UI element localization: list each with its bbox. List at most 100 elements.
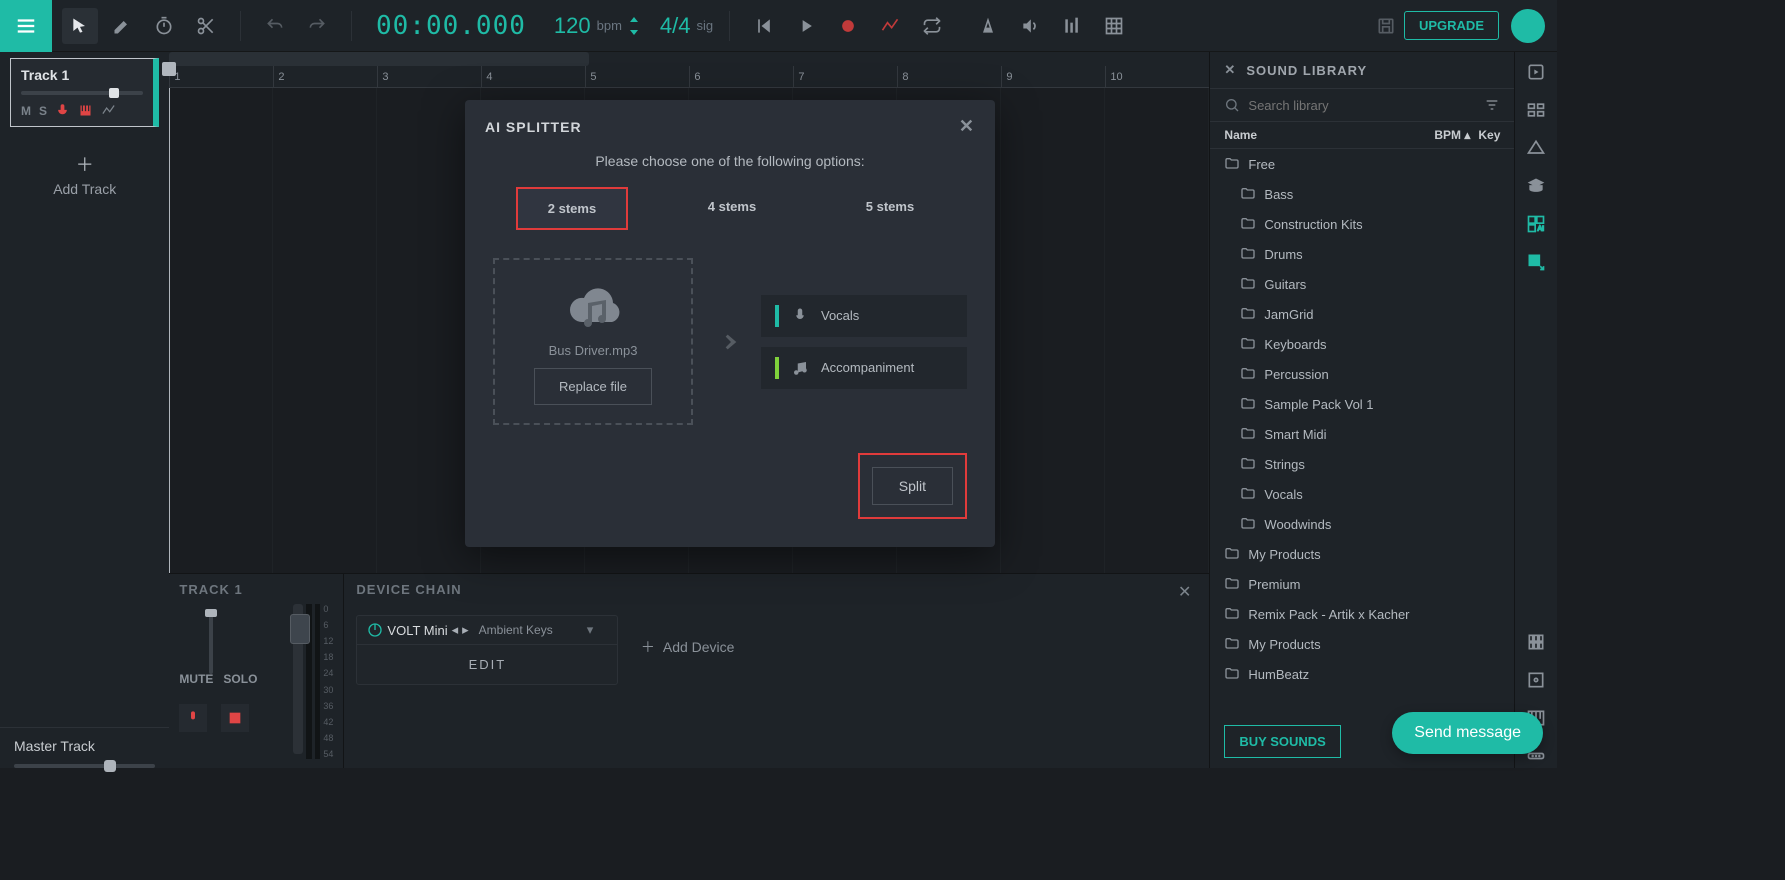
chevron-down-icon[interactable]: ▾ [587, 622, 594, 638]
automation-toggle-icon[interactable] [101, 103, 116, 118]
folder-icon [1240, 186, 1256, 202]
master-track-title: Master Track [14, 738, 155, 754]
fullscreen-icon[interactable] [1524, 668, 1548, 692]
library-item[interactable]: Remix Pack - Artik x Kacher [1210, 599, 1514, 629]
add-track-button[interactable]: ＋ Add Track [0, 133, 169, 215]
track-card[interactable]: Track 1 M S [10, 58, 159, 127]
clips-icon[interactable] [1524, 98, 1548, 122]
metronome-button[interactable] [970, 8, 1006, 44]
tab-4-stems[interactable]: 4 stems [678, 187, 786, 230]
channel-mute[interactable]: MUTE [179, 672, 213, 686]
library-search-input[interactable] [1248, 98, 1476, 113]
file-dropzone[interactable]: Bus Driver.mp3 Replace file [493, 258, 693, 425]
track-pan-slider[interactable] [21, 91, 143, 95]
save-button[interactable] [1368, 8, 1404, 44]
library-item[interactable]: Free [1210, 149, 1514, 179]
library-item[interactable]: Vocals [1210, 479, 1514, 509]
device-block[interactable]: VOLT Mini ◂▸ Ambient Keys ▾ EDIT [356, 615, 618, 685]
time-display[interactable]: 00:00.000 [358, 11, 544, 41]
device-chain-close[interactable]: ✕ [1178, 582, 1191, 602]
library-item[interactable]: HumBeatz [1210, 659, 1514, 689]
split-button[interactable]: Split [872, 467, 953, 505]
timeline-ruler[interactable]: 1 2 3 4 5 6 7 8 9 10 [169, 66, 1209, 88]
library-item[interactable]: Keyboards [1210, 329, 1514, 359]
skip-back-button[interactable] [746, 8, 782, 44]
volume-button[interactable] [1012, 8, 1048, 44]
library-item[interactable]: Smart Midi [1210, 419, 1514, 449]
library-item[interactable]: My Products [1210, 629, 1514, 659]
mic-icon[interactable] [55, 103, 70, 118]
tab-2-stems[interactable]: 2 stems [516, 187, 628, 230]
buy-sounds-button[interactable]: BUY SOUNDS [1224, 725, 1340, 758]
folder-icon [1240, 456, 1256, 472]
library-search[interactable] [1210, 89, 1514, 122]
library-item[interactable]: Woodwinds [1210, 509, 1514, 539]
library-item[interactable]: Drums [1210, 239, 1514, 269]
playhead-scrubber[interactable] [162, 62, 176, 76]
time-signature-display[interactable]: 4/4 sig [650, 13, 723, 39]
pointer-tool[interactable] [62, 8, 98, 44]
library-item[interactable]: JamGrid [1210, 299, 1514, 329]
redo-button[interactable] [299, 8, 335, 44]
grid-button[interactable] [1096, 8, 1132, 44]
stem-accompaniment[interactable]: Accompaniment [761, 347, 967, 389]
volume-icon [1020, 16, 1040, 36]
keys-icon[interactable] [78, 103, 93, 118]
cut-tool[interactable] [188, 8, 224, 44]
chevron-left-icon[interactable]: ◂ [452, 622, 459, 638]
help-icon[interactable] [1524, 136, 1548, 160]
undo-button[interactable] [257, 8, 293, 44]
stem-vocals[interactable]: Vocals [761, 295, 967, 337]
save-icon [1376, 16, 1396, 36]
upgrade-button[interactable]: UPGRADE [1404, 11, 1499, 40]
skip-back-icon [754, 16, 774, 36]
library-item[interactable]: Premium [1210, 569, 1514, 599]
metronome-tool[interactable] [146, 8, 182, 44]
solo-toggle[interactable]: S [39, 104, 47, 118]
avatar[interactable] [1511, 9, 1545, 43]
library-icon[interactable] [1524, 60, 1548, 84]
channel-fader[interactable] [293, 604, 303, 754]
education-icon[interactable] [1524, 174, 1548, 198]
folder-icon [1224, 576, 1240, 592]
add-device-button[interactable]: ＋ Add Device [641, 637, 735, 657]
library-item[interactable]: Sample Pack Vol 1 [1210, 389, 1514, 419]
library-item[interactable]: Strings [1210, 449, 1514, 479]
modal-close[interactable]: ✕ [959, 116, 975, 137]
filter-icon[interactable] [1484, 97, 1500, 113]
automation-button[interactable] [872, 8, 908, 44]
loop-button[interactable] [914, 8, 950, 44]
export-icon[interactable] [1524, 250, 1548, 274]
channel-solo[interactable]: SOLO [223, 672, 257, 686]
mute-toggle[interactable]: M [21, 104, 31, 118]
bpm-display[interactable]: 120 bpm [544, 13, 650, 39]
tab-5-stems[interactable]: 5 stems [836, 187, 944, 230]
library-item[interactable]: Percussion [1210, 359, 1514, 389]
ai-icon[interactable]: AI [1524, 212, 1548, 236]
menu-button[interactable] [0, 0, 52, 52]
mixer-icon [1062, 16, 1082, 36]
library-item[interactable]: My Products [1210, 539, 1514, 569]
device-edit-button[interactable]: EDIT [357, 644, 617, 684]
send-message-button[interactable]: Send message [1392, 712, 1543, 754]
library-item[interactable]: Guitars [1210, 269, 1514, 299]
channel-keys[interactable] [221, 704, 249, 732]
library-item[interactable]: Construction Kits [1210, 209, 1514, 239]
master-volume-slider[interactable] [14, 764, 155, 768]
record-button[interactable] [830, 8, 866, 44]
automation-icon [880, 16, 900, 36]
channel-pan-slider[interactable] [209, 609, 213, 674]
channel-mic[interactable] [179, 704, 207, 732]
midi-icon[interactable] [1524, 630, 1548, 654]
library-close[interactable]: ✕ [1224, 62, 1236, 78]
mixer-button[interactable] [1054, 8, 1090, 44]
power-icon[interactable] [367, 622, 383, 638]
horizontal-scroll-handle[interactable] [169, 52, 589, 66]
replace-file-button[interactable]: Replace file [534, 368, 652, 405]
chevron-right-icon[interactable]: ▸ [462, 622, 469, 638]
folder-icon [1240, 276, 1256, 292]
play-button[interactable] [788, 8, 824, 44]
pencil-tool[interactable] [104, 8, 140, 44]
library-item[interactable]: Bass [1210, 179, 1514, 209]
device-preset[interactable]: Ambient Keys [479, 623, 553, 637]
